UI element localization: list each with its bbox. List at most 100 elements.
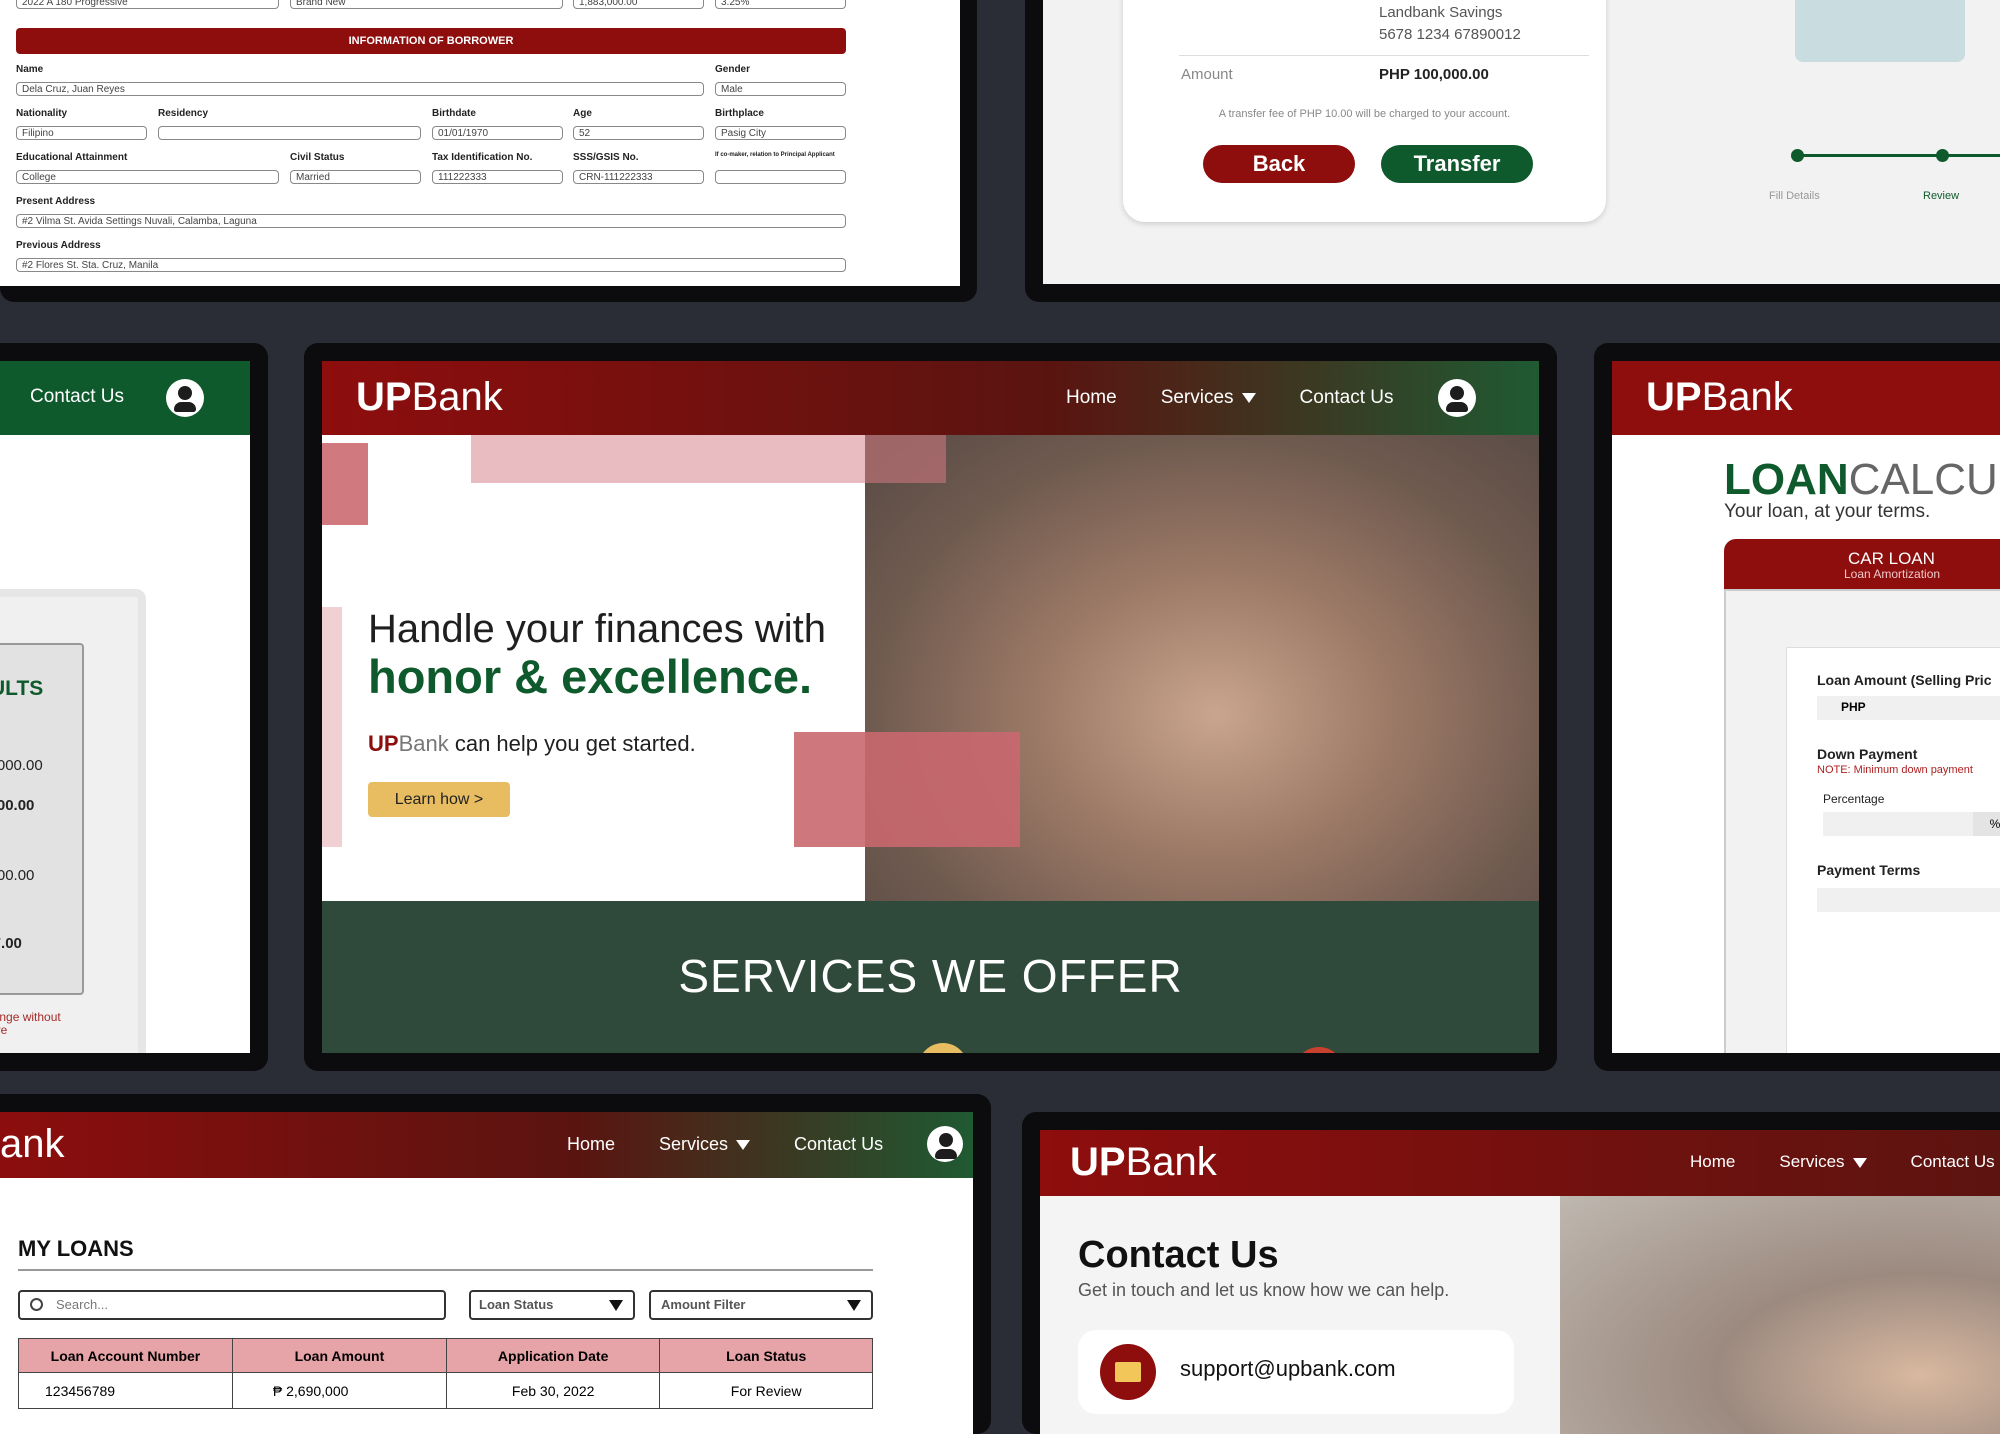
title-light: CALCUL <box>1848 455 2000 504</box>
search-box[interactable]: Search... <box>18 1290 446 1320</box>
col-application-date[interactable]: Application Date <box>445 1338 661 1373</box>
transfer-screen: Landbank Savings 5678 1234 67890012 Amou… <box>1043 0 2000 284</box>
nav-services[interactable]: Services <box>659 1134 751 1155</box>
nav-bar: UPBank <box>1612 361 2000 435</box>
col-account-number[interactable]: Loan Account Number <box>18 1338 233 1373</box>
nav-home[interactable]: Home <box>567 1134 615 1155</box>
logo-up: UP <box>356 375 412 419</box>
nav-home[interactable]: Home <box>1690 1152 1735 1172</box>
tin-field[interactable]: 111222333 <box>432 170 563 184</box>
age-field[interactable]: 52 <box>573 126 704 140</box>
nav-contact[interactable]: Contact Us <box>794 1134 883 1155</box>
currency-field[interactable]: PHP <box>1817 696 2000 720</box>
section-header: INFORMATION OF BORROWER <box>16 28 846 54</box>
top-field-3[interactable]: 1,883,000.00 <box>573 0 704 9</box>
dropdown-arrow-icon <box>847 1300 861 1311</box>
gender-label: Gender <box>715 64 751 75</box>
service-icon-1 <box>918 1043 968 1053</box>
services-title: SERVICES WE OFFER <box>678 950 1183 1002</box>
nav-bar: ank Home Services Contact Us <box>0 1112 973 1178</box>
deco-bar-top-2 <box>865 435 946 483</box>
nav-contact[interactable]: Contact Us <box>30 386 124 408</box>
title-bold: LOAN <box>1724 455 1849 504</box>
title-underline <box>18 1269 873 1271</box>
comaker-field[interactable] <box>715 170 846 184</box>
chevron-down-icon <box>1852 1157 1867 1168</box>
previous-address-field[interactable]: #2 Flores St. Sta. Cruz, Manila <box>16 258 846 272</box>
top-field-2[interactable]: Brand New <box>290 0 563 9</box>
search-icon <box>30 1298 43 1311</box>
transfer-card: Landbank Savings 5678 1234 67890012 Amou… <box>1123 0 1606 222</box>
sss-field[interactable]: CRN-111222333 <box>573 170 704 184</box>
nav-links: Home Services Contact Us <box>1066 379 1476 417</box>
top-field-1[interactable]: 2022 A 180 Progressive <box>16 0 279 9</box>
payment-terms-label: Payment Terms <box>1817 862 1921 878</box>
birthplace-label: Birthplace <box>715 108 764 119</box>
back-button[interactable]: Back <box>1203 145 1355 183</box>
search-placeholder: Search... <box>56 1297 109 1312</box>
user-icon[interactable] <box>927 1126 964 1162</box>
gender-field[interactable]: Male <box>715 82 846 96</box>
top-field-4[interactable]: 3.25% <box>715 0 846 9</box>
logo[interactable]: UPBank <box>1646 375 1793 420</box>
col-loan-status[interactable]: Loan Status <box>659 1338 873 1373</box>
loan-status-filter[interactable]: Loan Status <box>469 1290 635 1320</box>
car-loan-tab[interactable]: CAR LOAN Loan Amortization <box>1724 539 2000 589</box>
birthplace-field[interactable]: Pasig City <box>715 126 846 140</box>
logo-bank: Bank <box>1701 375 1793 419</box>
nav-services[interactable]: Services <box>1161 387 1256 409</box>
table-row[interactable]: 123456789 ₱ 2,690,000 Feb 30, 2022 For R… <box>18 1372 873 1409</box>
support-email[interactable]: support@upbank.com <box>1180 1356 1396 1382</box>
nav-contact[interactable]: Contact Us <box>1300 387 1394 409</box>
contact-title: Contact Us <box>1078 1234 1279 1276</box>
results-card: SULTS 00,000.00 0,000.00 ths 0,000.00 36… <box>0 589 146 1053</box>
contact-frame: UPBank Home Services Contact Us Contact … <box>1022 1112 2000 1434</box>
deco-square-1 <box>322 443 368 525</box>
nav-contact[interactable]: Contact Us <box>1911 1152 1995 1172</box>
loan-form-screen: 2022 A 180 Progressive Brand New 1,883,0… <box>0 0 960 286</box>
nav-services-label: Services <box>1779 1152 1845 1171</box>
amount-filter[interactable]: Amount Filter <box>649 1290 873 1320</box>
hero-subtext: UPBank can help you get started. <box>368 731 696 757</box>
divider <box>1179 55 1589 56</box>
payment-terms-field[interactable] <box>1817 888 2000 912</box>
birthdate-field[interactable]: 01/01/1970 <box>432 126 563 140</box>
user-icon[interactable] <box>1437 379 1476 417</box>
tab-title: CAR LOAN <box>1848 549 1935 568</box>
civil-status-label: Civil Status <box>290 152 345 163</box>
present-address-field[interactable]: #2 Vilma St. Avida Settings Nuvali, Cala… <box>16 214 846 228</box>
user-icon[interactable] <box>166 379 204 417</box>
nav-home[interactable]: Home <box>1066 387 1117 409</box>
transfer-button[interactable]: Transfer <box>1381 145 1533 183</box>
loan-status-label: Loan Status <box>479 1297 554 1312</box>
hero-frame: UPBank Home Services Contact Us Handle y… <box>304 343 1557 1071</box>
nationality-field[interactable]: Filipino <box>16 126 147 140</box>
nav-services[interactable]: Services <box>1779 1152 1867 1172</box>
sss-label: SSS/GSIS No. <box>573 152 639 163</box>
contact-subtitle: Get in touch and let us know how we can … <box>1078 1280 1450 1300</box>
logo[interactable]: UPBank <box>1070 1140 1217 1185</box>
chevron-down-icon <box>1241 392 1256 403</box>
col-loan-amount[interactable]: Loan Amount <box>231 1338 447 1373</box>
residency-field[interactable] <box>158 126 421 140</box>
loans-table: Loan Account Number Loan Amount Applicat… <box>18 1338 873 1409</box>
loan-amount-label: Loan Amount (Selling Pric <box>1817 672 1992 688</box>
percentage-field[interactable] <box>1823 812 1973 836</box>
civil-status-field[interactable]: Married <box>290 170 421 184</box>
logo-bank: Bank <box>1125 1140 1217 1184</box>
results-note: change without more <box>0 1010 61 1037</box>
dropdown-arrow-icon <box>609 1300 623 1311</box>
comaker-label: If co-maker, relation to Principal Appli… <box>715 152 835 158</box>
tab-subtitle: Loan Amortization <box>1844 567 1941 581</box>
name-field[interactable]: Dela Cruz, Juan Reyes <box>16 82 704 96</box>
learn-how-button[interactable]: Learn how > <box>368 782 510 817</box>
logo-partial[interactable]: ank <box>0 1122 65 1167</box>
nav-links: Home Services Contact Us <box>1690 1152 2000 1172</box>
logo[interactable]: UPBank <box>356 375 503 420</box>
education-field[interactable]: College <box>16 170 279 184</box>
percentage-label: Percentage <box>1823 792 1885 806</box>
email-card[interactable]: support@upbank.com <box>1078 1330 1514 1414</box>
education-label: Educational Attainment <box>16 152 128 163</box>
logo-up: UP <box>1070 1140 1126 1184</box>
nav-services-label: Services <box>1160 387 1234 408</box>
